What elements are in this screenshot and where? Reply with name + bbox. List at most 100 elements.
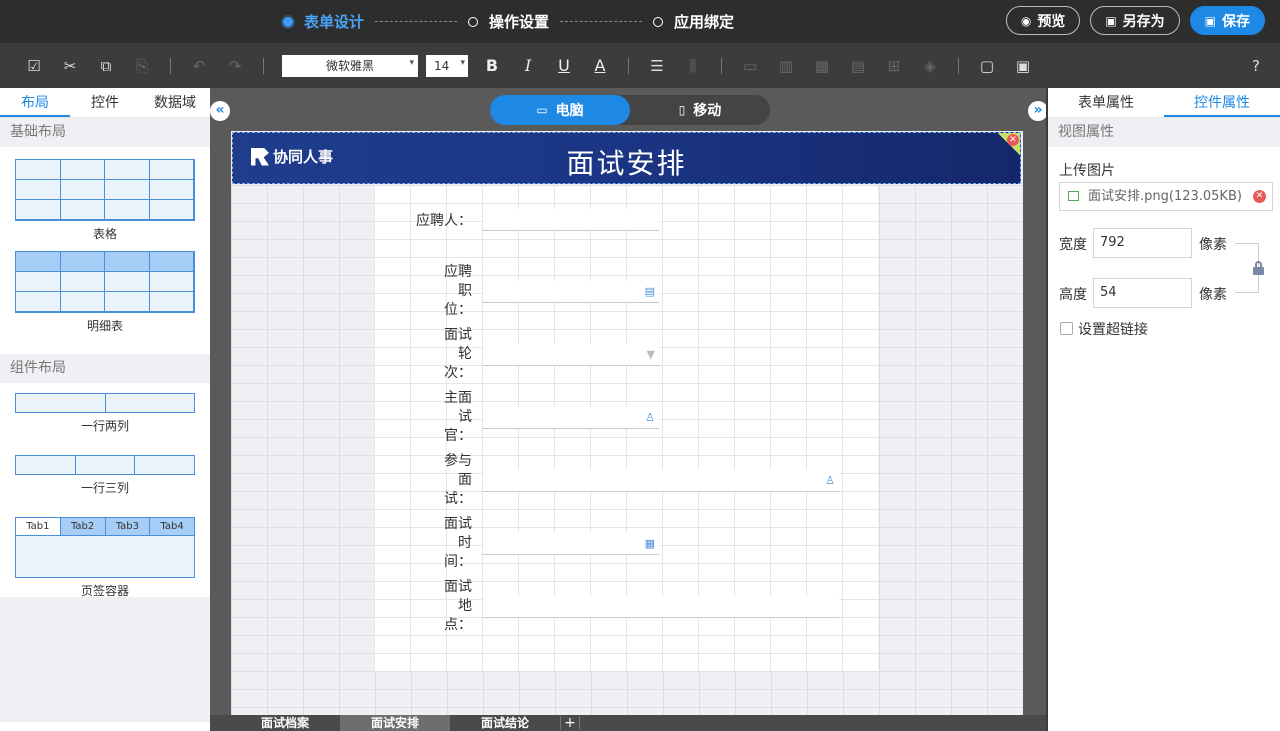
field-row-location: 面试地点： [374,578,878,633]
underline-button[interactable]: U [546,56,582,75]
tab-data-fields[interactable]: 数据域 [140,88,210,117]
monitor-icon: ▭ [536,103,548,117]
applicant-field[interactable] [483,209,659,231]
layout-item-row-two[interactable]: 一行两列 [0,383,210,445]
close-icon[interactable]: ✕ [1007,134,1019,146]
help-icon[interactable]: ? [1238,57,1274,75]
add-page-tab-button[interactable]: + [560,716,580,730]
input-box-icon[interactable]: ▢ [969,57,1005,75]
preview-label: 预览 [1037,13,1066,30]
cut-icon[interactable]: ✂ [52,57,88,75]
merge-cells-icon[interactable]: ▭ [732,57,768,75]
font-family-select[interactable]: 微软雅黑 [282,54,418,77]
layout-item-table[interactable]: 表格 [0,147,210,251]
delete-file-icon[interactable]: ✕ [1253,190,1266,203]
split-cells-icon[interactable]: ▥ [768,57,804,75]
format-toolbar: ☑ ✂ ⧉ ⎘ ↶ ↷ 微软雅黑 14 B I U A ☰ ⫼ ▭ ▥ ▦ ▤ … [0,43,1280,88]
page-tab-interview-arrangement[interactable]: 面试安排 [340,715,450,731]
bold-button[interactable]: B [474,56,510,75]
thumb-tab: Tab2 [59,518,105,535]
save-button[interactable]: ▣ 保存 [1189,6,1265,35]
design-steps: 表单设计 操作设置 应用绑定 [283,0,734,43]
top-actions: ◉ 预览 ▣ 另存为 ▣ 保存 [1005,6,1265,35]
paint-bucket-icon[interactable]: ◈ [912,57,948,75]
tab-controls[interactable]: 控件 [70,88,140,117]
device-mobile-button[interactable]: ▯ 移动 [630,95,770,125]
step-form-design[interactable]: 表单设计 [283,11,364,32]
paste-icon[interactable]: ⎘ [124,57,160,75]
field-label: 应聘人： [416,213,472,229]
hyperlink-checkbox[interactable] [1060,322,1073,335]
device-pc-button[interactable]: ▭ 电脑 [490,95,630,125]
check-icon[interactable]: ☑ [16,57,52,75]
undo-icon[interactable]: ↶ [181,57,217,75]
collapse-right-icon[interactable]: » [1028,101,1048,121]
field-label: 面试地点： [444,579,472,633]
height-input[interactable]: 54 [1093,278,1192,308]
layout-item-row-three[interactable]: 一行三列 [0,445,210,507]
layout-item-detail-table[interactable]: 明细表 [0,251,210,354]
save-as-label: 另存为 [1122,13,1165,30]
hyperlink-label: 设置超链接 [1078,322,1148,338]
lock-icon[interactable] [1253,261,1264,275]
device-mobile-label: 移动 [693,103,722,119]
toolbar-separator [170,57,171,74]
font-size-select[interactable]: 14 [426,54,468,77]
uploaded-file[interactable]: 面试安排.png(123.05KB) ✕ [1059,182,1273,211]
redo-icon[interactable]: ↷ [217,57,253,75]
cell-fill-icon[interactable]: ▦ [804,57,840,75]
image-icon [1068,191,1079,201]
position-field[interactable]: ▤ [483,281,659,303]
phone-icon: ▯ [678,103,686,117]
form-sheet: 协同人事 面试安排 ✕ 应聘人： 应聘职位： ▤ 面试轮次： ▼ 主面试官： ♙… [231,131,1023,715]
field-label: 参与面试： [444,453,472,507]
save-as-button[interactable]: ▣ 另存为 [1090,6,1180,35]
copy-icon[interactable]: ⧉ [88,57,124,75]
tab-form-properties[interactable]: 表单属性 [1048,88,1164,117]
width-input[interactable]: 792 [1093,228,1192,258]
left-panel-empty [0,597,210,722]
section-view-properties: 视图属性 [1048,118,1280,147]
calendar-icon: ▦ [644,537,655,550]
left-panel: 布局 控件 数据域 基础布局 表格 明细表 组件布局 一行两列 一行三列 Tab… [0,88,210,731]
field-row-position: 应聘职位： ▤ [374,263,878,318]
cell-border-icon[interactable]: ▤ [840,57,876,75]
step-label: 表单设计 [304,13,365,31]
font-color-button[interactable]: A [582,56,618,75]
collapse-left-icon[interactable]: « [210,101,230,121]
field-label: 应聘职位： [444,264,472,318]
page-tab-interview-conclusion[interactable]: 面试结论 [450,715,560,731]
participants-field[interactable]: ♙ [483,470,839,492]
tab-layout[interactable]: 布局 [0,88,70,117]
chevron-down-icon: ▼ [646,348,655,361]
table-grid-icon[interactable]: ⊞ [876,57,912,75]
device-switch: ▭ 电脑 ▯ 移动 [490,95,770,125]
toolbar-separator [721,57,722,74]
tab-control-properties[interactable]: 控件属性 [1164,88,1280,117]
location-field[interactable] [483,596,839,618]
text-box-icon[interactable]: ▣ [1005,57,1041,75]
row-three-thumbnail [15,455,195,475]
page-tab-interview-file[interactable]: 面试档案 [230,715,340,731]
round-select[interactable]: ▼ [483,344,659,366]
layout-item-tab-container[interactable]: Tab1 Tab2 Tab3 Tab4 页签容器 [0,507,210,598]
main-interviewer-field[interactable]: ♙ [483,407,659,429]
field-label: 主面试官： [444,390,472,444]
step-app-binding[interactable]: 应用绑定 [653,11,734,32]
preview-button[interactable]: ◉ 预览 [1005,6,1081,35]
time-field[interactable]: ▦ [483,533,659,555]
header-image[interactable]: 协同人事 面试安排 ✕ [232,132,1021,184]
align-left-icon[interactable]: ☰ [639,57,675,75]
detail-table-label: 明细表 [86,319,123,333]
align-vertical-icon[interactable]: ⫼ [675,57,711,75]
field-label: 面试轮次： [444,327,472,381]
step-divider [375,21,458,22]
row-two-thumbnail [15,393,195,413]
step-operation-settings[interactable]: 操作设置 [468,11,549,32]
people-icon: ♙ [825,474,835,487]
person-icon: ♙ [645,411,655,424]
step-divider [560,21,643,22]
thumb-tab: Tab3 [104,518,150,535]
italic-button[interactable]: I [510,56,546,75]
tab-container-thumbnail: Tab1 Tab2 Tab3 Tab4 [15,517,195,578]
